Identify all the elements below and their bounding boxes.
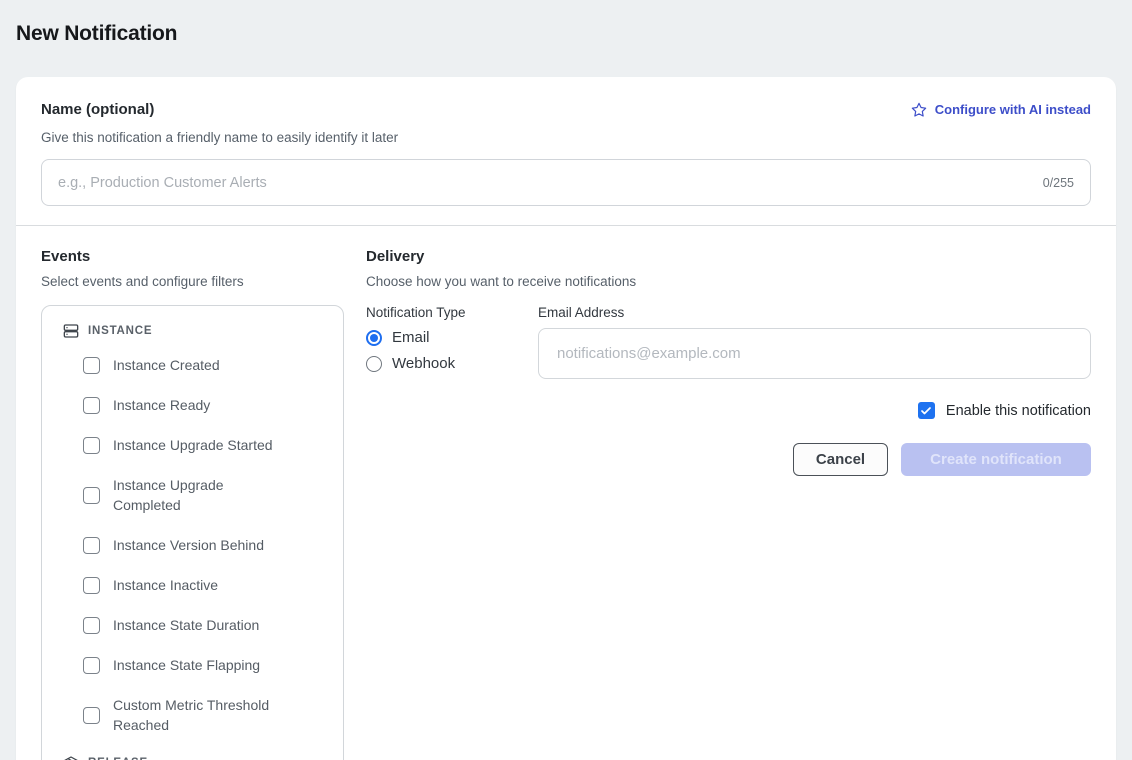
events-column: Events Select events and configure filte… xyxy=(41,248,344,760)
event-group-release: RELEASE xyxy=(63,755,329,760)
radio-label: Email xyxy=(392,329,430,346)
checkbox-unchecked[interactable] xyxy=(83,657,100,674)
event-row-instance-upgrade-started[interactable]: Instance Upgrade Started xyxy=(83,435,329,455)
page-title: New Notification xyxy=(0,0,1132,46)
new-notification-card: Name (optional) Configure with AI instea… xyxy=(16,77,1116,760)
events-subtitle: Select events and configure filters xyxy=(41,274,344,289)
radio-label: Webhook xyxy=(392,355,455,372)
event-row-instance-state-duration[interactable]: Instance State Duration xyxy=(83,615,329,635)
enable-notification-label: Enable this notification xyxy=(946,403,1091,419)
radio-unchecked[interactable] xyxy=(366,356,382,372)
checkbox-checked[interactable] xyxy=(918,402,935,419)
name-input-wrapper: 0/255 xyxy=(41,159,1091,206)
delivery-title: Delivery xyxy=(366,248,1091,265)
event-label: Instance Ready xyxy=(113,395,210,415)
package-icon xyxy=(63,755,79,760)
notification-type-group: Notification Type Email Webhook xyxy=(366,305,538,379)
cancel-button[interactable]: Cancel xyxy=(793,443,888,476)
event-label: Instance Upgrade Completed xyxy=(113,475,289,515)
event-row-instance-ready[interactable]: Instance Ready xyxy=(83,395,329,415)
event-row-instance-created[interactable]: Instance Created xyxy=(83,355,329,375)
event-label: Instance Inactive xyxy=(113,575,218,595)
event-group-instance: INSTANCE xyxy=(63,323,329,339)
checkbox-unchecked[interactable] xyxy=(83,577,100,594)
event-row-instance-upgrade-completed[interactable]: Instance Upgrade Completed xyxy=(83,475,329,515)
checkbox-unchecked[interactable] xyxy=(83,617,100,634)
checkbox-unchecked[interactable] xyxy=(83,707,100,724)
configure-with-ai-label: Configure with AI instead xyxy=(935,102,1091,117)
event-label: Instance Upgrade Started xyxy=(113,435,273,455)
events-list-box: INSTANCE Instance Created Instance Ready… xyxy=(41,305,344,760)
enable-notification-toggle[interactable]: Enable this notification xyxy=(366,402,1091,419)
radio-option-email[interactable]: Email xyxy=(366,329,538,346)
event-group-label: INSTANCE xyxy=(88,325,152,337)
checkbox-unchecked[interactable] xyxy=(83,397,100,414)
check-icon xyxy=(920,405,932,417)
name-field-hint: Give this notification a friendly name t… xyxy=(41,130,1091,145)
server-icon xyxy=(63,323,79,339)
name-input[interactable] xyxy=(58,175,1033,191)
event-row-custom-metric-threshold[interactable]: Custom Metric Threshold Reached xyxy=(83,695,329,735)
radio-option-webhook[interactable]: Webhook xyxy=(366,355,538,372)
email-address-group: Email Address xyxy=(538,305,1091,379)
events-title: Events xyxy=(41,248,344,265)
name-field-label: Name (optional) xyxy=(41,101,154,118)
delivery-subtitle: Choose how you want to receive notificat… xyxy=(366,274,1091,289)
configure-with-ai-link[interactable]: Configure with AI instead xyxy=(911,102,1091,118)
checkbox-unchecked[interactable] xyxy=(83,357,100,374)
email-address-input[interactable] xyxy=(538,328,1091,379)
event-label: Instance State Flapping xyxy=(113,655,260,675)
notification-type-label: Notification Type xyxy=(366,305,538,320)
event-label: Instance Version Behind xyxy=(113,535,264,555)
event-label: Instance State Duration xyxy=(113,615,259,635)
name-section: Name (optional) Configure with AI instea… xyxy=(16,77,1116,225)
checkbox-unchecked[interactable] xyxy=(83,437,100,454)
event-row-instance-version-behind[interactable]: Instance Version Behind xyxy=(83,535,329,555)
delivery-column: Delivery Choose how you want to receive … xyxy=(366,248,1091,476)
char-counter: 0/255 xyxy=(1033,176,1074,190)
checkbox-unchecked[interactable] xyxy=(83,487,100,504)
event-row-instance-inactive[interactable]: Instance Inactive xyxy=(83,575,329,595)
event-row-instance-state-flapping[interactable]: Instance State Flapping xyxy=(83,655,329,675)
star-icon xyxy=(911,102,927,118)
email-address-label: Email Address xyxy=(538,305,1091,320)
event-label: Custom Metric Threshold Reached xyxy=(113,695,289,735)
radio-checked[interactable] xyxy=(366,330,382,346)
event-label: Instance Created xyxy=(113,355,220,375)
form-actions: Cancel Create notification xyxy=(366,443,1091,476)
create-notification-button[interactable]: Create notification xyxy=(901,443,1091,476)
checkbox-unchecked[interactable] xyxy=(83,537,100,554)
